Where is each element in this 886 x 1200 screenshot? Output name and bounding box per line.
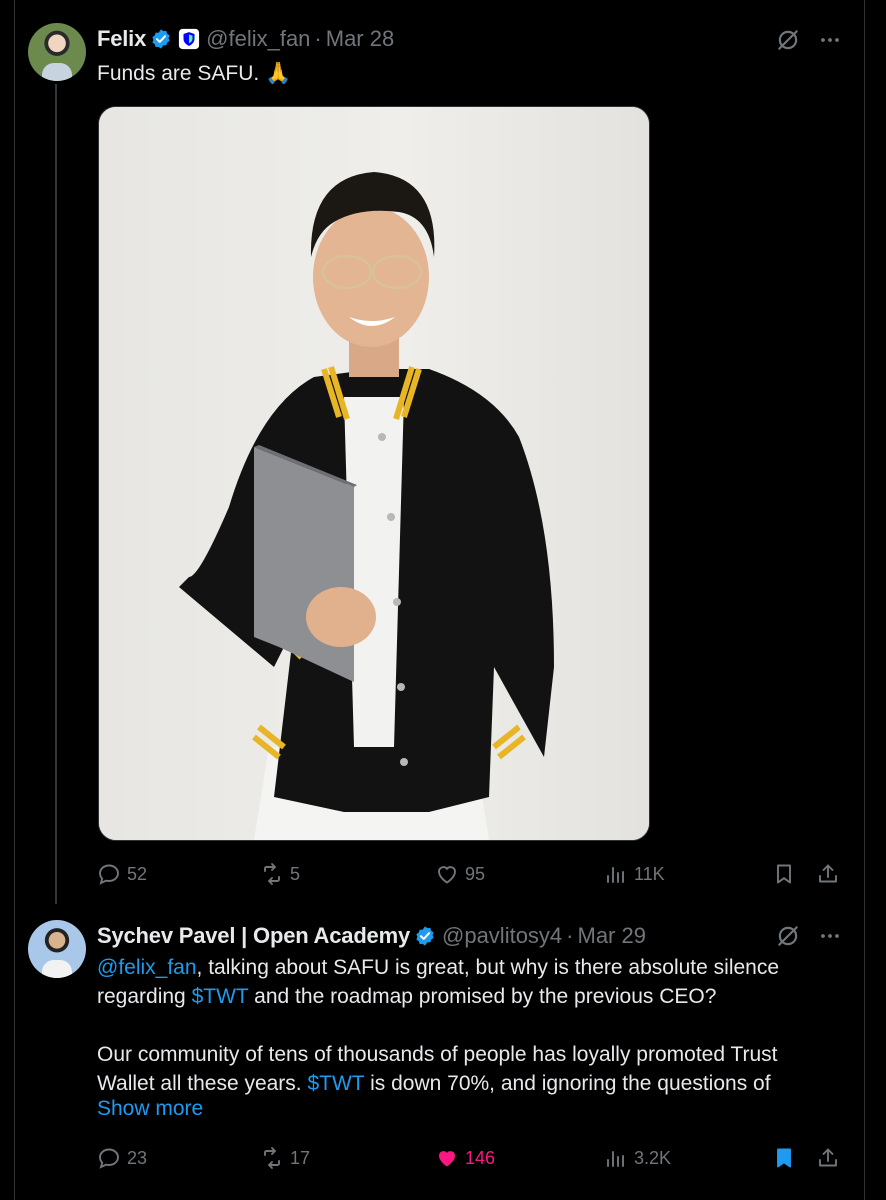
repost-button[interactable]: 17 bbox=[260, 1143, 310, 1173]
author-handle[interactable]: @felix_fan bbox=[206, 26, 310, 52]
reply-icon bbox=[99, 1148, 119, 1169]
text-segment: Wallet all these years. bbox=[97, 1072, 308, 1095]
separator-dot: · bbox=[566, 923, 574, 948]
share-icon bbox=[819, 864, 837, 883]
author-handle[interactable]: @pavlitosy4 bbox=[442, 923, 562, 949]
person-photo-illustration bbox=[99, 107, 649, 840]
author-name[interactable]: Sychev Pavel | Open Academy bbox=[97, 923, 410, 949]
repost-count: 17 bbox=[290, 1147, 311, 1168]
mention-link[interactable]: @felix_fan bbox=[97, 956, 197, 979]
text-segment: , talking about SAFU is great, but why i… bbox=[196, 956, 780, 979]
column-border-right bbox=[864, 0, 865, 1200]
reply-button[interactable]: 52 bbox=[97, 859, 147, 889]
like-button[interactable]: 146 bbox=[435, 1143, 495, 1173]
avatar[interactable] bbox=[28, 920, 86, 978]
avatar[interactable] bbox=[28, 23, 86, 81]
tweet-header: Sychev Pavel | Open Academy @pavlitosy4 … bbox=[97, 921, 646, 951]
tweet-text-line: @felix_fan, talking about SAFU is great,… bbox=[97, 953, 779, 982]
tweet-text-line: Our community of tens of thousands of pe… bbox=[97, 1043, 778, 1066]
tweet-actions: 52 5 95 11K bbox=[97, 859, 842, 889]
text-segment: and the roadmap promised by the previous… bbox=[248, 985, 717, 1008]
repost-count: 5 bbox=[290, 863, 301, 884]
share-button[interactable] bbox=[816, 859, 846, 889]
like-button[interactable]: 95 bbox=[435, 859, 485, 889]
reply-count: 52 bbox=[127, 863, 148, 884]
tweet-text-line: regarding $TWT and the roadmap promised … bbox=[97, 982, 716, 1011]
thread-connector-line bbox=[55, 84, 57, 904]
tweet-photo[interactable] bbox=[98, 106, 650, 841]
share-icon bbox=[819, 1148, 837, 1167]
tweet-text: Funds are SAFU. 🙏 bbox=[97, 62, 292, 85]
views-icon bbox=[607, 1151, 624, 1167]
bookmark-icon bbox=[777, 1148, 791, 1168]
text-segment: is down 70%, and ignoring the questions … bbox=[364, 1072, 771, 1095]
verified-badge-icon[interactable] bbox=[414, 925, 436, 947]
tweet-date[interactable]: Mar 28 bbox=[326, 26, 394, 52]
reply-icon bbox=[99, 864, 119, 885]
like-icon bbox=[438, 866, 456, 884]
verified-badge-icon[interactable] bbox=[150, 28, 172, 50]
separator-dot: · bbox=[314, 26, 322, 51]
bookmark-button[interactable] bbox=[772, 1143, 802, 1173]
tweet-actions: 23 17 146 3.2K bbox=[97, 1143, 842, 1173]
like-icon bbox=[439, 1151, 455, 1167]
tweet-text-line: Wallet all these years. $TWT is down 70%… bbox=[97, 1069, 771, 1098]
repost-button[interactable]: 5 bbox=[260, 859, 300, 889]
cashtag-link[interactable]: $TWT bbox=[307, 1072, 364, 1095]
affiliate-badge-icon[interactable] bbox=[178, 28, 200, 50]
cashtag-link[interactable]: $TWT bbox=[192, 985, 249, 1008]
like-count: 146 bbox=[465, 1147, 496, 1168]
author-name[interactable]: Felix bbox=[97, 26, 146, 52]
share-button[interactable] bbox=[816, 1143, 846, 1173]
more-icon[interactable] bbox=[818, 28, 842, 52]
grok-icon[interactable] bbox=[775, 923, 801, 949]
tweet-date[interactable]: Mar 29 bbox=[578, 923, 646, 949]
repost-icon bbox=[264, 863, 280, 885]
views-button[interactable]: 11K bbox=[604, 859, 665, 889]
views-icon bbox=[607, 867, 624, 883]
views-count: 3.2K bbox=[634, 1147, 672, 1168]
views-count: 11K bbox=[634, 863, 665, 884]
bookmark-button[interactable] bbox=[772, 859, 802, 889]
repost-icon bbox=[264, 1147, 280, 1169]
text-segment: regarding bbox=[97, 985, 192, 1008]
bookmark-icon bbox=[777, 864, 791, 884]
tweet-header: Felix @felix_fan · Mar 28 bbox=[97, 24, 394, 54]
reply-button[interactable]: 23 bbox=[97, 1143, 147, 1173]
reply-count: 23 bbox=[127, 1147, 148, 1168]
show-more-link[interactable]: Show more bbox=[97, 1097, 203, 1121]
column-border-left bbox=[14, 0, 15, 1200]
views-button[interactable]: 3.2K bbox=[604, 1143, 671, 1173]
grok-icon[interactable] bbox=[775, 27, 801, 53]
like-count: 95 bbox=[465, 863, 486, 884]
more-icon[interactable] bbox=[818, 924, 842, 948]
